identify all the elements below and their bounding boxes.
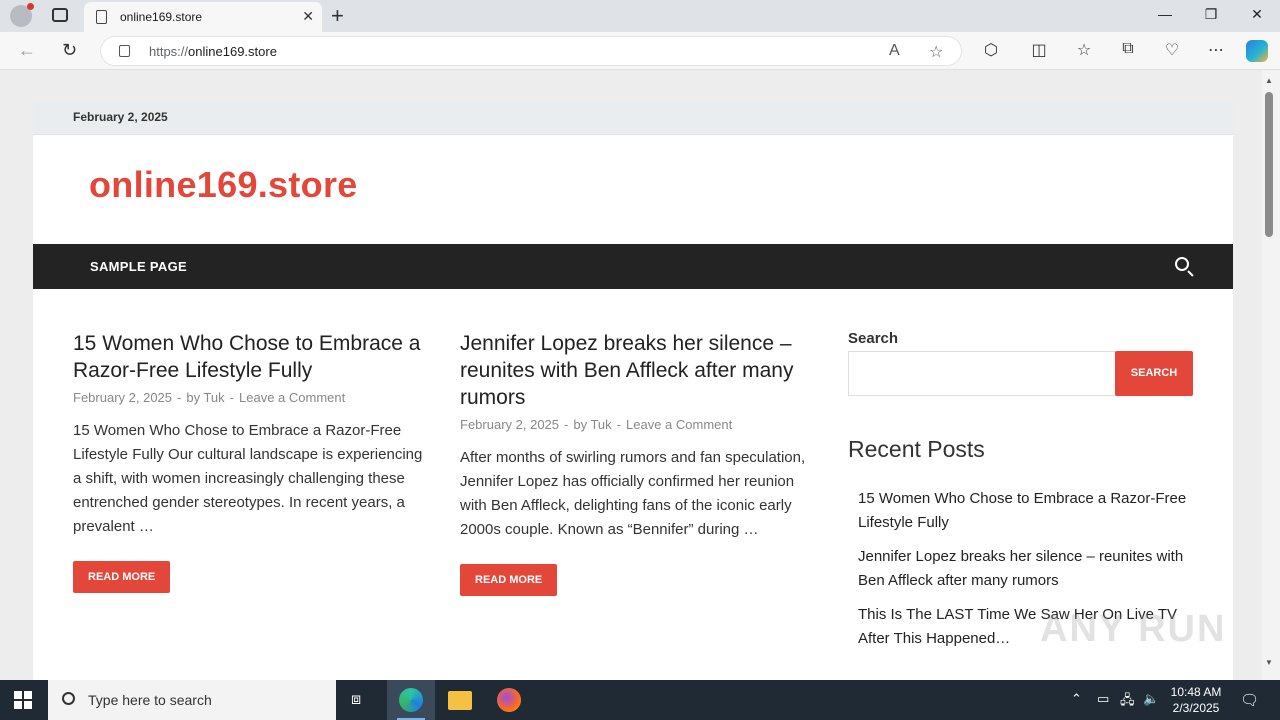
edge-icon <box>399 688 423 712</box>
taskbar-search-box[interactable]: Type here to search <box>48 680 336 720</box>
task-view-icon[interactable]: ⧈ <box>351 691 361 709</box>
firefox-icon[interactable] <box>497 688 521 712</box>
tab-title: online169.store <box>120 10 203 24</box>
post-card: 15 Women Who Chose to Embrace a Razor-Fr… <box>73 330 423 593</box>
search-label: Search <box>848 330 899 347</box>
recent-post-link[interactable]: 15 Women Who Chose to Embrace a Razor-Fr… <box>858 487 1193 535</box>
header-date: February 2, 2025 <box>73 110 168 124</box>
volume-icon[interactable]: 🔈 <box>1143 691 1159 707</box>
clock-date: 2/3/2025 <box>1172 701 1220 715</box>
copilot-icon[interactable] <box>1246 40 1268 62</box>
taskbar-search-placeholder: Type here to search <box>88 692 212 708</box>
browser-tab-strip: online169.store ✕ + — ❐ ✕ <box>0 0 1280 32</box>
favorite-star-icon[interactable]: ☆ <box>929 42 943 62</box>
search-form: SEARCH <box>848 351 1193 396</box>
url-scheme: https:// <box>149 44 189 59</box>
close-window-icon[interactable]: ✕ <box>1242 6 1272 23</box>
edge-taskbar-button[interactable] <box>387 680 435 720</box>
search-button[interactable]: SEARCH <box>1115 351 1193 396</box>
website: February 2, 2025 online169.store SAMPLE … <box>33 100 1233 680</box>
scroll-down-icon[interactable]: ▼ <box>1265 658 1273 667</box>
post-comment-link[interactable]: Leave a Comment <box>626 417 732 432</box>
post-author[interactable]: by Tuk <box>186 390 224 405</box>
system-clock[interactable]: 10:48 AM 2/3/2025 <box>1168 684 1224 716</box>
read-more-button[interactable]: READ MORE <box>460 564 558 596</box>
collections-icon[interactable]: ⧉ <box>1117 40 1139 58</box>
profile-avatar-icon[interactable] <box>10 3 34 27</box>
lock-icon[interactable] <box>119 45 130 57</box>
back-icon[interactable]: ← <box>18 40 36 61</box>
page-icon <box>96 10 107 24</box>
post-date[interactable]: February 2, 2025 <box>460 417 559 432</box>
new-tab-icon[interactable]: + <box>331 3 344 29</box>
windows-start-icon[interactable] <box>14 691 32 709</box>
recent-posts-heading: Recent Posts <box>848 436 985 462</box>
search-input[interactable] <box>848 351 1116 396</box>
scrollbar-thumb[interactable] <box>1265 92 1273 237</box>
post-meta: February 2, 2025- by Tuk - Leave a Comment <box>73 390 346 405</box>
post-title[interactable]: Jennifer Lopez breaks her silence – reun… <box>460 330 810 411</box>
show-hidden-icons-icon[interactable]: ⌃ <box>1071 691 1082 707</box>
file-explorer-icon[interactable] <box>448 691 472 710</box>
top-bar: February 2, 2025 <box>33 100 1233 135</box>
favorites-icon[interactable]: ☆ <box>1073 40 1095 60</box>
search-icon[interactable] <box>1175 257 1189 271</box>
url-text[interactable]: https://online169.store <box>149 44 277 59</box>
address-bar[interactable]: https://online169.store A ☆ <box>100 36 962 66</box>
performance-icon[interactable]: ♡ <box>1161 40 1183 60</box>
post-date[interactable]: February 2, 2025 <box>73 390 172 405</box>
close-tab-icon[interactable]: ✕ <box>302 8 314 25</box>
url-host: online169.store <box>188 44 277 59</box>
page-viewport: February 2, 2025 online169.store SAMPLE … <box>0 70 1262 680</box>
device-icon[interactable]: ▭ <box>1097 691 1109 707</box>
restore-icon[interactable]: ❐ <box>1196 6 1226 23</box>
post-title[interactable]: 15 Women Who Chose to Embrace a Razor-Fr… <box>73 330 423 384</box>
recent-post-link[interactable]: Jennifer Lopez breaks her silence – reun… <box>858 545 1193 593</box>
site-title[interactable]: online169.store <box>89 164 358 206</box>
tab-actions-icon[interactable] <box>52 8 68 22</box>
post-comment-link[interactable]: Leave a Comment <box>239 390 345 405</box>
refresh-icon[interactable]: ↻ <box>62 40 77 61</box>
browser-tab[interactable]: online169.store ✕ <box>84 2 322 32</box>
windows-taskbar: Type here to search ⧈ ⌃ ▭ 🖧 🔈 10:48 AM 2… <box>0 680 1280 720</box>
search-icon <box>62 692 75 705</box>
read-more-button[interactable]: READ MORE <box>73 561 171 593</box>
extensions-icon[interactable]: ⬡ <box>980 40 1002 60</box>
post-card: Jennifer Lopez breaks her silence – reun… <box>460 330 810 596</box>
post-excerpt: After months of swirling rumors and fan … <box>460 449 806 538</box>
main-navigation: SAMPLE PAGE <box>33 244 1233 289</box>
scroll-up-icon[interactable]: ▲ <box>1265 76 1273 85</box>
post-excerpt: 15 Women Who Chose to Embrace a Razor-Fr… <box>73 422 423 535</box>
minimize-icon[interactable]: — <box>1150 6 1180 22</box>
more-menu-icon[interactable]: ⋯ <box>1205 40 1227 60</box>
anyrun-watermark: ANY RUN <box>1040 608 1227 650</box>
nav-item-sample-page[interactable]: SAMPLE PAGE <box>90 259 187 274</box>
post-meta: February 2, 2025- by Tuk - Leave a Comment <box>460 417 733 432</box>
post-author[interactable]: by Tuk <box>573 417 611 432</box>
split-screen-icon[interactable]: ◫ <box>1028 40 1050 60</box>
notifications-icon[interactable]: 🗨 <box>1240 691 1259 709</box>
network-icon[interactable]: 🖧 <box>1120 691 1135 713</box>
vertical-scrollbar[interactable]: ▲ ▼ <box>1262 70 1280 680</box>
clock-time: 10:48 AM <box>1170 685 1222 699</box>
read-aloud-icon[interactable]: A <box>889 42 900 60</box>
